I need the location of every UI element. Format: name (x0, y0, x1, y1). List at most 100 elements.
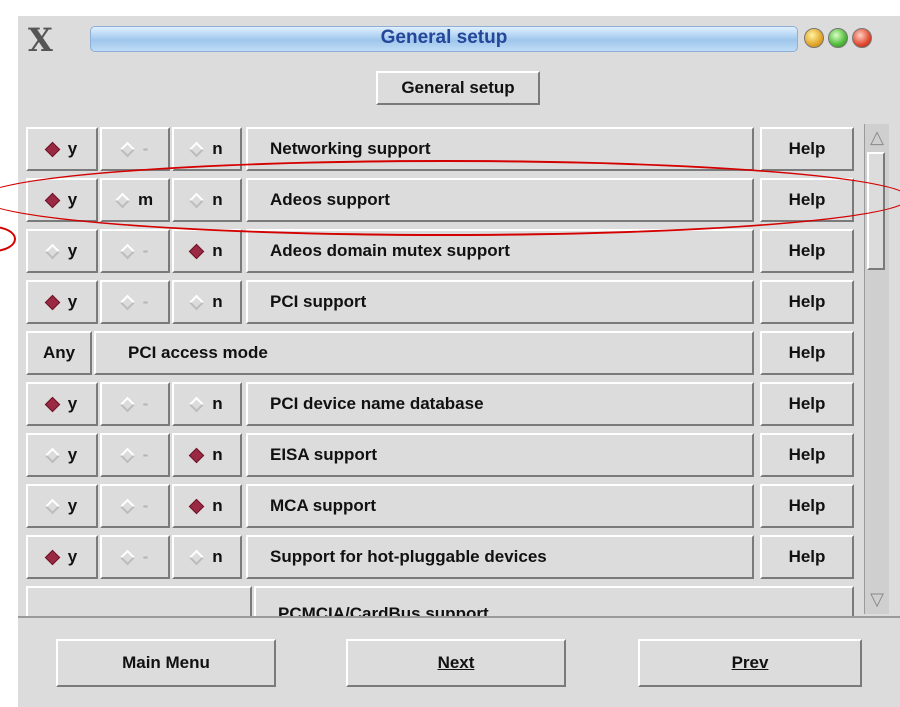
tristate-y-button[interactable]: y (26, 280, 98, 324)
main-menu-button[interactable]: Main Menu (56, 639, 276, 687)
help-button[interactable]: Help (760, 535, 854, 579)
option-row: y - n EISA support Help (18, 430, 868, 478)
help-button[interactable]: Help (760, 433, 854, 477)
radio-unselected-icon (189, 294, 205, 310)
radio-selected-icon (44, 294, 61, 310)
general-setup-button[interactable]: General setup (376, 71, 540, 105)
prev-label: Prev (731, 653, 769, 672)
tristate-n-button[interactable]: n (172, 229, 242, 273)
option-row: Any PCI access mode Help (18, 328, 868, 376)
radio-selected-icon (44, 141, 61, 157)
help-button[interactable]: Help (760, 127, 854, 171)
radio-unselected-icon (44, 498, 61, 514)
scroll-down-arrow-icon[interactable]: ▽ (865, 588, 889, 612)
option-name-button[interactable]: PCI device name database (246, 382, 754, 426)
tristate-n-button[interactable]: n (172, 280, 242, 324)
option-name-button[interactable]: EISA support (246, 433, 754, 477)
help-button[interactable]: Help (760, 280, 854, 324)
tristate-m-button: - (100, 229, 170, 273)
next-button[interactable]: Next (346, 639, 566, 687)
radio-unselected-icon (44, 243, 61, 259)
radio-unselected-icon (119, 243, 135, 259)
tristate-m-button: - (100, 535, 170, 579)
title-pill[interactable]: General setup (90, 26, 798, 52)
close-icon[interactable] (852, 28, 872, 48)
option-name-button[interactable]: Support for hot-pluggable devices (246, 535, 754, 579)
tristate-m-button: - (100, 433, 170, 477)
next-label: Next (437, 653, 475, 672)
tristate-m-label: - (142, 139, 149, 158)
option-name-button[interactable]: PCI support (246, 280, 754, 324)
radio-unselected-icon (119, 141, 135, 157)
option-name-button[interactable]: MCA support (246, 484, 754, 528)
main-menu-label: Main Menu (122, 653, 210, 672)
annotation-ellipse-partial (0, 226, 16, 252)
title-bar[interactable]: X General setup (18, 16, 900, 66)
tristate-y-button[interactable]: y (26, 229, 98, 273)
tristate-y-label: y (67, 292, 78, 311)
tristate-m-button: - (100, 280, 170, 324)
minimize-icon[interactable] (804, 28, 824, 48)
option-row: y - n PCI device name database Help (18, 379, 868, 427)
tristate-m-button: - (100, 127, 170, 171)
tristate-m-label: - (142, 547, 149, 566)
option-name-button[interactable]: PCI access mode (94, 331, 754, 375)
radio-unselected-icon (189, 549, 205, 565)
window-title: General setup (380, 27, 508, 48)
tristate-n-label: n (212, 496, 223, 515)
tristate-y-label: y (67, 496, 78, 515)
tristate-n-button[interactable]: n (172, 484, 242, 528)
radio-selected-icon (189, 447, 205, 463)
tristate-n-button[interactable]: n (172, 382, 242, 426)
option-name-label: Networking support (270, 139, 431, 158)
tristate-y-label: y (67, 241, 78, 260)
tristate-n-label: n (212, 445, 223, 464)
x-logo-icon: X (28, 21, 53, 59)
maximize-icon[interactable] (828, 28, 848, 48)
tristate-n-button[interactable]: n (172, 433, 242, 477)
tristate-y-button[interactable]: y (26, 484, 98, 528)
radio-unselected-icon (119, 396, 135, 412)
radio-unselected-icon (189, 141, 205, 157)
radio-unselected-icon (189, 396, 205, 412)
submenu-spacer (26, 586, 252, 616)
annotation-ellipse (0, 160, 900, 236)
tristate-y-button[interactable]: y (26, 382, 98, 426)
radio-selected-icon (189, 498, 205, 514)
tristate-y-button[interactable]: y (26, 433, 98, 477)
option-row: y - n PCI support Help (18, 277, 868, 325)
option-row: PCMCIA/CardBus support (18, 583, 868, 616)
option-row: y - n MCA support Help (18, 481, 868, 529)
option-name-label: Adeos domain mutex support (270, 241, 510, 260)
tristate-y-label: y (67, 394, 78, 413)
help-button[interactable]: Help (760, 331, 854, 375)
option-name-label: PCI device name database (270, 394, 484, 413)
tristate-y-label: y (67, 547, 78, 566)
choice-value-button[interactable]: Any (26, 331, 92, 375)
option-name-label: EISA support (270, 445, 378, 464)
tristate-n-label: n (212, 292, 223, 311)
tristate-n-button[interactable]: n (172, 535, 242, 579)
scroll-up-arrow-icon[interactable]: △ (865, 126, 889, 150)
prev-button[interactable]: Prev (638, 639, 862, 687)
tristate-n-label: n (212, 139, 223, 158)
tristate-m-label: - (142, 292, 149, 311)
tristate-n-label: n (212, 547, 223, 566)
submenu-button[interactable]: PCMCIA/CardBus support (254, 586, 854, 616)
help-button[interactable]: Help (760, 229, 854, 273)
tristate-n-label: n (212, 241, 223, 260)
help-button[interactable]: Help (760, 382, 854, 426)
footer-divider (18, 616, 900, 618)
tristate-n-label: n (212, 394, 223, 413)
submenu-label: PCMCIA/CardBus support (278, 604, 489, 616)
option-name-label: MCA support (270, 496, 377, 515)
radio-unselected-icon (119, 294, 135, 310)
tristate-y-label: y (67, 139, 78, 158)
help-button[interactable]: Help (760, 484, 854, 528)
option-row: y - n Support for hot-pluggable devices Help (18, 532, 868, 580)
tristate-y-button[interactable]: y (26, 127, 98, 171)
radio-unselected-icon (119, 447, 135, 463)
radio-unselected-icon (44, 447, 61, 463)
tristate-m-button: - (100, 382, 170, 426)
tristate-y-button[interactable]: y (26, 535, 98, 579)
